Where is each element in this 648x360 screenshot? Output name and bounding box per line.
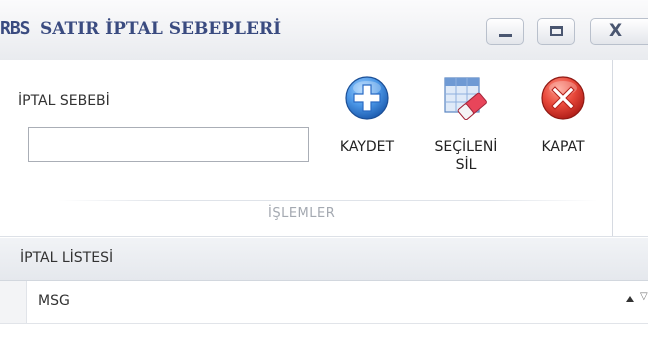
group-label-divider [58, 200, 598, 201]
cancel-reason-input[interactable] [28, 127, 309, 162]
save-label: KAYDET [339, 139, 395, 155]
ribbon-group-label: İŞLEMLER [268, 206, 336, 221]
app-logo: RBS [0, 18, 30, 39]
column-header-msg[interactable]: MSG [38, 293, 70, 309]
row-indicator-header [0, 281, 27, 323]
delete-selected-label-line2: SİL [455, 157, 477, 173]
filter-icon[interactable]: ▽ [640, 291, 648, 302]
cancel-reason-label: İPTAL SEBEBİ [18, 93, 110, 109]
ribbon-group-separator [612, 60, 613, 236]
plus-circle-icon [343, 74, 391, 122]
window-title: SATIR İPTAL SEBEPLERİ [40, 19, 282, 39]
delete-selected-label-line1: SEÇİLENİ [434, 139, 498, 155]
delete-selected-label: SEÇİLENİ SİL [414, 138, 518, 174]
close-window-button[interactable]: X [590, 18, 648, 45]
maximize-icon [550, 26, 563, 36]
minimize-button[interactable] [486, 18, 524, 45]
close-button[interactable]: KAPAT [522, 74, 604, 156]
ribbon: İPTAL SEBEBİ KAYDET SEÇİLENİ SİL KAPAT İ… [0, 60, 648, 237]
table-eraser-icon [442, 74, 490, 122]
minimize-icon [499, 34, 512, 37]
close-icon: X [609, 21, 623, 41]
sort-ascending-icon[interactable] [626, 296, 634, 302]
title-bar: RBS SATIR İPTAL SEBEPLERİ X [0, 0, 648, 61]
red-x-circle-icon [539, 74, 587, 122]
save-button[interactable]: KAYDET [322, 74, 412, 156]
list-title: İPTAL LİSTESİ [20, 250, 114, 266]
delete-selected-button[interactable]: SEÇİLENİ SİL [414, 74, 518, 174]
grid-column-header-row: MSG ▽ [0, 281, 648, 324]
close-label: KAPAT [541, 139, 585, 155]
maximize-button[interactable] [537, 18, 575, 45]
list-panel-header: İPTAL LİSTESİ [0, 238, 648, 281]
